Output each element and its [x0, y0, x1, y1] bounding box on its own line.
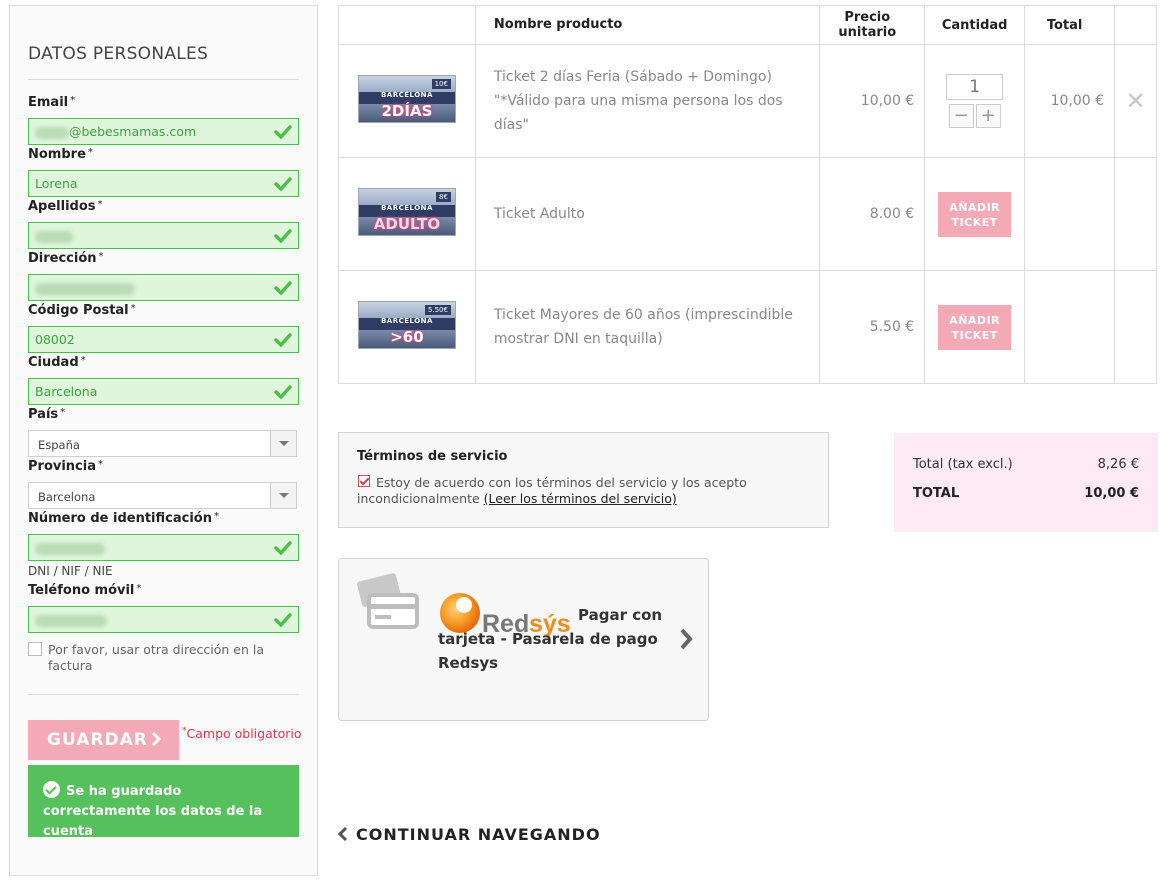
quantity-increase-button[interactable]: +: [975, 104, 1001, 128]
continue-shopping-link[interactable]: CONTINUAR NAVEGANDO: [338, 825, 601, 844]
panel-title: DATOS PERSONALES: [28, 44, 209, 64]
quantity-input[interactable]: 1: [946, 74, 1004, 100]
column-header: Total: [1024, 5, 1116, 45]
ciudad-field[interactable]: Barcelona: [28, 378, 299, 405]
remove-item-icon[interactable]: ✕: [1125, 87, 1145, 115]
unit-price: 10,00 €: [819, 44, 926, 158]
valid-check-icon: [274, 229, 292, 244]
apellidos-label: Apellidos *: [28, 199, 103, 214]
line-total: [1024, 157, 1116, 271]
payment-label: Pagar con tarjeta - Pasarela de pago Red…: [438, 606, 663, 672]
product-image[interactable]: 8€ BARCELONA ADULTO: [357, 188, 456, 236]
other-address-label: Por favor, usar otra dirección en la fac…: [48, 642, 265, 673]
pais-label: País *: [28, 407, 66, 422]
telefono-label: Teléfono móvil *: [28, 583, 142, 598]
redacted-text: [35, 126, 69, 139]
pais-select[interactable]: España: [28, 430, 297, 457]
nombre-label: Nombre *: [28, 147, 93, 162]
direccion-field[interactable]: [28, 274, 299, 301]
email-label: Email *: [28, 95, 76, 110]
total-tax-excl-row: Total (tax excl.) 8,26 €: [913, 457, 1139, 472]
quantity-decrease-button[interactable]: −: [948, 104, 974, 128]
product-image[interactable]: 10€ BARCELONA 2DÍAS: [357, 75, 456, 123]
success-alert: Se ha guardado correctamente los datos d…: [28, 765, 299, 839]
provincia-label: Provincia *: [28, 459, 103, 474]
column-header: Precio unitario: [819, 5, 926, 45]
valid-check-icon: [274, 281, 292, 296]
empty-cell: [1114, 157, 1157, 271]
redacted-text: [35, 542, 105, 555]
chevron-down-icon: [270, 483, 296, 508]
codigo-postal-label: Código Postal *: [28, 303, 136, 318]
redacted-text: [35, 614, 107, 627]
terms-link[interactable]: (Leer los términos del servicio): [484, 491, 677, 506]
table-row: 10€ BARCELONA 2DÍAS Ticket 2 días Feria …: [338, 44, 1157, 158]
redacted-text: [35, 230, 73, 243]
terms-text: Estoy de acuerdo con los términos del se…: [357, 475, 747, 506]
unit-price: 5.50 €: [819, 270, 926, 384]
save-button[interactable]: GUARDAR: [28, 720, 179, 760]
apellidos-field[interactable]: [28, 222, 299, 249]
empty-cell: [1114, 270, 1157, 384]
product-name[interactable]: Ticket Adulto: [474, 157, 821, 271]
chevron-right-icon: [680, 628, 693, 650]
credit-card-icon: [357, 573, 419, 629]
column-header: [1114, 5, 1157, 45]
personal-data-panel: DATOS PERSONALES Email * @bebesmamas.com …: [9, 5, 318, 876]
unit-price: 8.00 €: [819, 157, 926, 271]
valid-check-icon: [274, 613, 292, 628]
terms-title: Términos de servicio: [357, 449, 508, 464]
provincia-select[interactable]: Barcelona: [28, 482, 297, 509]
nombre-field[interactable]: Lorena: [28, 170, 299, 197]
column-header: Nombre producto: [474, 5, 821, 45]
valid-check-icon: [274, 125, 292, 140]
line-total: [1024, 270, 1116, 384]
terms-box: Términos de servicio Estoy de acuerdo co…: [338, 432, 829, 528]
table-header-row: Nombre producto Precio unitario Cantidad…: [338, 5, 1157, 45]
divider: [28, 694, 299, 695]
table-row: 8€ BARCELONA ADULTO Ticket Adulto 8.00 €…: [338, 157, 1157, 271]
direccion-label: Dirección *: [28, 251, 104, 266]
ciudad-label: Ciudad *: [28, 355, 86, 370]
other-address-checkbox[interactable]: [28, 642, 42, 656]
totals-box: Total (tax excl.) 8,26 € TOTAL 10,00 €: [894, 433, 1158, 532]
add-ticket-button[interactable]: AÑADIR TICKET: [938, 191, 1012, 237]
line-total: 10,00 €: [1024, 44, 1116, 158]
check-circle-icon: [43, 781, 60, 798]
chevron-left-icon: [338, 827, 348, 841]
column-header: Cantidad: [924, 5, 1026, 45]
codigo-postal-field[interactable]: 08002: [28, 326, 299, 353]
valid-check-icon: [274, 385, 292, 400]
redacted-text: [35, 282, 135, 295]
valid-check-icon: [274, 333, 292, 348]
total-row: TOTAL 10,00 €: [913, 486, 1139, 501]
product-image[interactable]: 5.50€ BARCELONA >60: [357, 301, 456, 349]
product-name[interactable]: Ticket Mayores de 60 años (imprescindibl…: [474, 270, 821, 384]
valid-check-icon: [274, 177, 292, 192]
add-ticket-button[interactable]: AÑADIR TICKET: [938, 304, 1012, 350]
telefono-field[interactable]: [28, 606, 299, 633]
chevron-down-icon: [270, 431, 296, 456]
valid-check-icon: [274, 541, 292, 556]
identificacion-label: Número de identificación *: [28, 511, 219, 526]
payment-option-redsys[interactable]: Red sýs Pagar con tarjeta - Pasarela de …: [338, 558, 709, 721]
required-field-note: *Campo obligatorio: [182, 726, 302, 742]
email-field[interactable]: @bebesmamas.com: [28, 118, 299, 145]
identificacion-hint: DNI / NIF / NIE: [28, 564, 113, 578]
cart-table: Nombre producto Precio unitario Cantidad…: [338, 5, 1157, 384]
column-header: [338, 5, 476, 45]
product-name[interactable]: Ticket 2 días Feria (Sábado + Domingo) "…: [474, 44, 821, 158]
chevron-right-icon: [151, 732, 161, 746]
table-row: 5.50€ BARCELONA >60 Ticket Mayores de 60…: [338, 270, 1157, 384]
identificacion-field[interactable]: [28, 534, 299, 561]
divider: [28, 79, 299, 80]
